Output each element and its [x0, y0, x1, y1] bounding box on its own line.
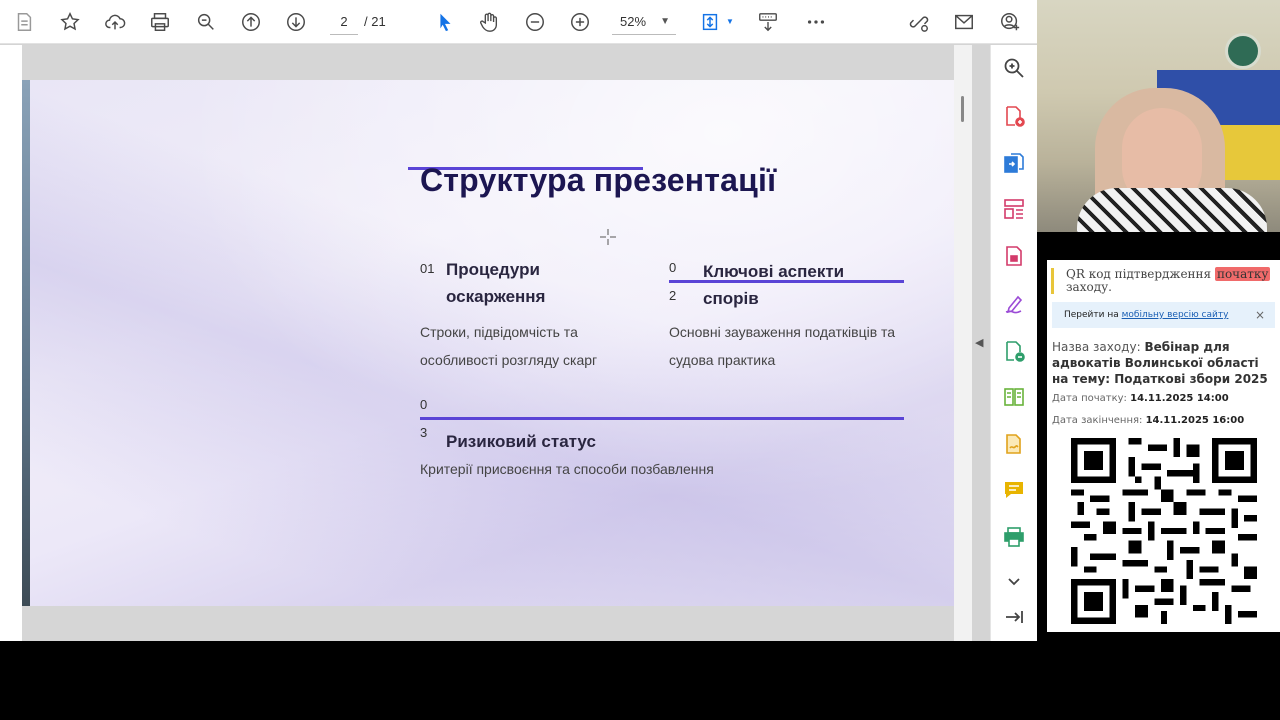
webcam-feed — [1037, 0, 1280, 232]
start-date-value: 14.11.2025 14:00 — [1130, 393, 1229, 404]
fit-page-icon[interactable] — [694, 6, 726, 38]
print-production-icon[interactable] — [1001, 524, 1027, 550]
close-icon[interactable]: × — [1255, 302, 1265, 328]
qr-code — [1071, 438, 1257, 624]
export-pdf-icon[interactable] — [1001, 150, 1027, 176]
item-number-bottom: 3 — [420, 425, 428, 440]
event-name: Назва заходу: Вебінар для адвокатів Воли… — [1052, 339, 1276, 387]
item-rule — [420, 417, 904, 420]
pdf-viewer: 2 / 21 52% ▼ ▼ Структура презентації 01 … — [0, 0, 1037, 641]
event-label: Назва заходу: — [1052, 340, 1141, 354]
item-number: 01 — [420, 261, 435, 276]
event-info-panel: QR код підтвердження початку заходу. Пер… — [1047, 260, 1280, 632]
item-description: Строки, підвідомчість та особливості роз… — [420, 318, 597, 374]
zoom-in-icon[interactable] — [564, 6, 596, 38]
end-date-value: 14.11.2025 16:00 — [1145, 415, 1245, 426]
zoom-out-icon[interactable] — [519, 6, 551, 38]
scrollbar-thumb[interactable] — [961, 96, 964, 122]
item-heading: Ризиковий статус — [446, 432, 596, 451]
document-icon[interactable] — [8, 6, 40, 38]
slide-title: Структура презентації — [420, 162, 777, 198]
item-heading-line: Процедури — [446, 260, 540, 279]
item-description-line: особливості розгляду скарг — [420, 352, 598, 368]
previous-page-icon[interactable] — [235, 6, 267, 38]
mobile-version-banner: Перейти на мобільну версію сайту × — [1052, 302, 1275, 328]
start-date-row: Дата початку: 14.11.2025 14:00 — [1052, 393, 1229, 404]
next-page-icon[interactable] — [280, 6, 312, 38]
mobile-banner-text: Перейти на — [1064, 310, 1119, 320]
qr-note-highlight: початку — [1214, 267, 1271, 281]
slide-page: Структура презентації 01 Процедури оскар… — [30, 80, 954, 606]
item-heading-line: Ключові аспекти — [703, 262, 845, 281]
more-options-icon[interactable] — [800, 6, 832, 38]
screen: 2 / 21 52% ▼ ▼ Структура презентації 01 … — [0, 0, 1280, 720]
item-heading: Ключові аспекти спорів — [703, 258, 844, 312]
item-number-top: 0 — [420, 397, 428, 412]
qr-note: QR код підтвердження початку заходу. — [1051, 267, 1271, 294]
item-description-line: судова практика — [669, 352, 776, 368]
email-icon[interactable] — [948, 6, 980, 38]
item-heading-line: спорів — [703, 289, 759, 308]
expand-panel-icon[interactable] — [1001, 604, 1027, 630]
bookmark-star-icon[interactable] — [54, 6, 86, 38]
zoom-level-select[interactable]: 52% ▼ — [612, 9, 676, 35]
toolbar: 2 / 21 52% ▼ ▼ — [0, 0, 1037, 44]
cloud-upload-icon[interactable] — [99, 6, 131, 38]
fill-sign-icon[interactable] — [1001, 291, 1027, 317]
item-number-bottom: 2 — [669, 288, 677, 303]
speaker-shirt — [1077, 188, 1267, 232]
combine-files-icon[interactable] — [1001, 338, 1027, 364]
compress-pdf-icon[interactable] — [1001, 243, 1027, 269]
hand-tool-icon[interactable] — [473, 6, 505, 38]
start-date-label: Дата початку: — [1052, 393, 1127, 404]
add-user-icon[interactable] — [994, 6, 1026, 38]
page-total: / 21 — [364, 14, 386, 29]
select-cursor-icon[interactable] — [429, 6, 461, 38]
qr-note-suffix: заходу. — [1066, 280, 1112, 294]
qr-note-prefix: QR код підтвердження — [1066, 267, 1212, 281]
wall-clock — [1225, 33, 1261, 69]
request-signature-icon[interactable] — [1001, 431, 1027, 457]
mobile-version-link[interactable]: мобільну версію сайту — [1122, 310, 1229, 320]
edit-pdf-icon[interactable] — [1001, 384, 1027, 410]
chevron-down-icon: ▼ — [660, 16, 670, 27]
end-date-row: Дата закінчення: 14.11.2025 16:00 — [1052, 415, 1244, 426]
tools-rail — [990, 45, 1037, 641]
search-zoom-icon[interactable] — [190, 6, 222, 38]
item-heading: Процедури оскарження — [446, 256, 545, 310]
page-number-input[interactable]: 2 — [330, 9, 358, 35]
item-description: Основні зауваження податківців та судова… — [669, 318, 895, 374]
download-keyboard-icon[interactable] — [752, 6, 784, 38]
item-heading-line: оскарження — [446, 287, 546, 306]
search-icon[interactable] — [1001, 55, 1027, 81]
end-date-label: Дата закінчення: — [1052, 415, 1143, 426]
item-description-line: Строки, підвідомчість та — [420, 324, 578, 340]
zoom-level-value: 52% — [620, 14, 647, 29]
fit-dropdown-caret-icon[interactable]: ▼ — [726, 17, 734, 26]
chevron-down-icon[interactable] — [1001, 568, 1027, 594]
item-description-line: Основні зауваження податківців та — [669, 324, 896, 340]
organize-pages-icon[interactable] — [1001, 196, 1027, 222]
share-link-icon[interactable] — [903, 6, 935, 38]
scrollbar-track[interactable] — [954, 45, 972, 641]
create-pdf-icon[interactable] — [1001, 103, 1027, 129]
comment-icon[interactable] — [1001, 477, 1027, 503]
item-number-top: 0 — [669, 260, 677, 275]
collapse-panel-icon[interactable]: ◀ — [975, 336, 983, 349]
print-icon[interactable] — [144, 6, 176, 38]
item-description: Критерії присвоєння та способи позбавлен… — [420, 461, 714, 477]
previous-page-edge — [22, 80, 30, 606]
crosshair-cursor-icon — [599, 228, 617, 246]
left-margin — [0, 45, 22, 641]
